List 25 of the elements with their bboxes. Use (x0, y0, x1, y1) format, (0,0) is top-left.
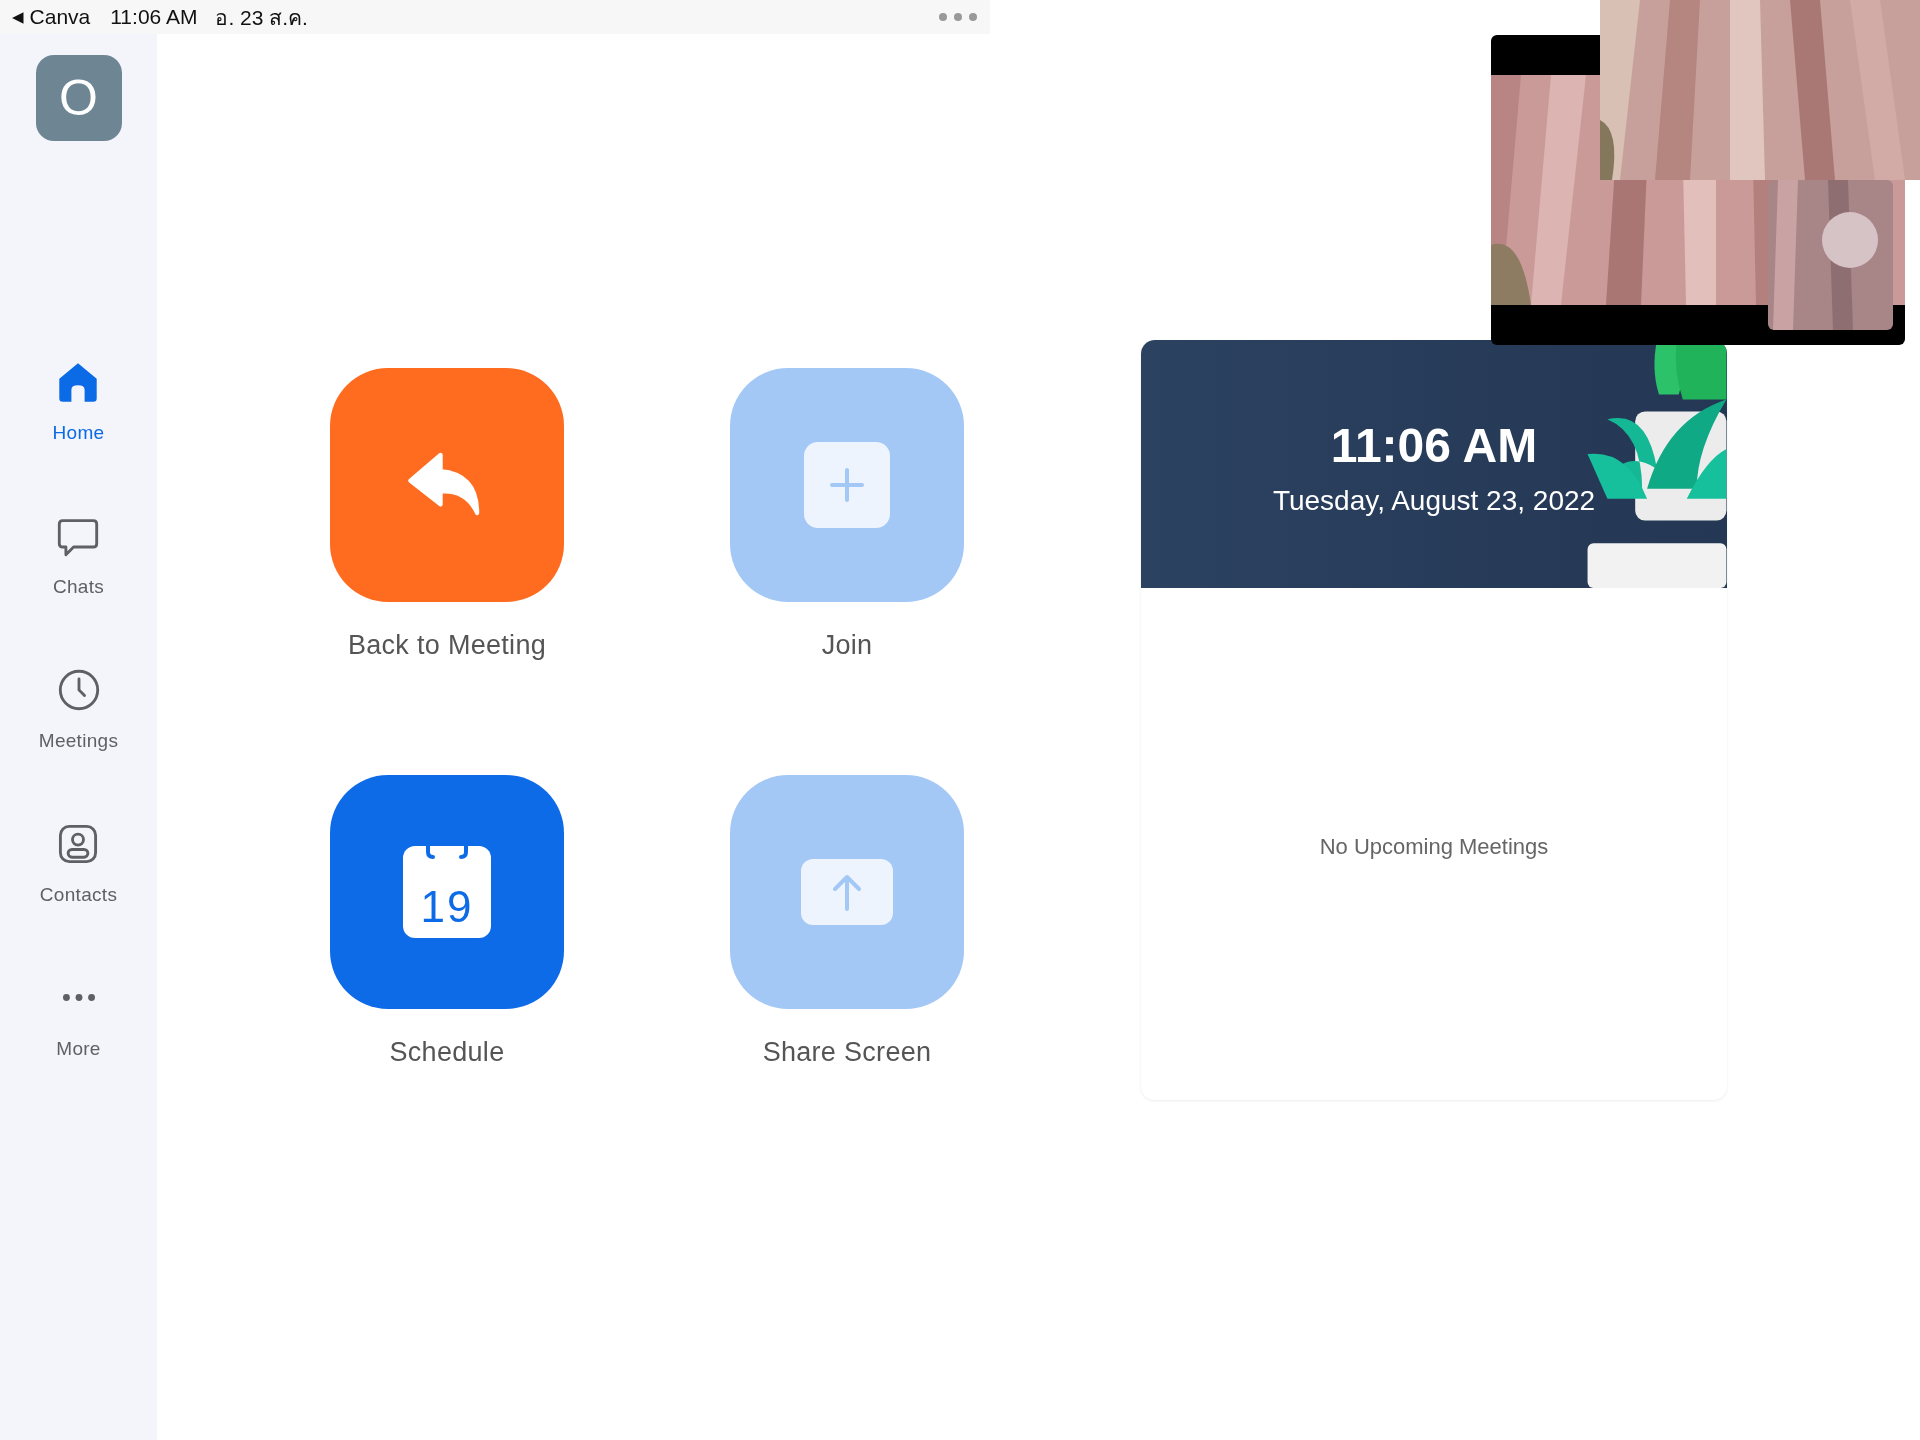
back-app-name[interactable]: Canva (29, 5, 91, 29)
back-arrow[interactable]: ◀ (12, 8, 24, 26)
current-date: Tuesday, August 23, 2022 (1272, 485, 1596, 517)
action-tile[interactable]: 19 (330, 775, 564, 1009)
action-label: Join (821, 630, 873, 661)
action-label: Schedule (389, 1037, 505, 1068)
action-tile[interactable] (730, 368, 964, 602)
action-label: Share Screen (762, 1037, 932, 1068)
multitasking-dots-icon[interactable] (938, 12, 978, 22)
nav-tab[interactable]: Meetings (38, 668, 119, 752)
status-time: 11:06 AM (110, 5, 198, 29)
nav-tab[interactable]: More (56, 976, 101, 1060)
more-icon (62, 994, 95, 1001)
current-time: 11:06 AM (1330, 418, 1538, 473)
nav-tab[interactable]: Home (52, 360, 105, 444)
empty-message: No Upcoming Meetings (1318, 834, 1550, 860)
nav-tab[interactable]: Contacts (39, 822, 118, 906)
action-tile[interactable] (730, 775, 964, 1009)
avatar[interactable]: O (35, 55, 122, 141)
plus-icon (802, 440, 892, 530)
status-date: อ. 23 ส.ค. (215, 4, 308, 31)
action-tile[interactable] (330, 368, 564, 602)
nav-tab[interactable]: Chats (52, 514, 105, 598)
action-label: Back to Meeting (347, 630, 547, 661)
clock-icon (56, 668, 101, 712)
